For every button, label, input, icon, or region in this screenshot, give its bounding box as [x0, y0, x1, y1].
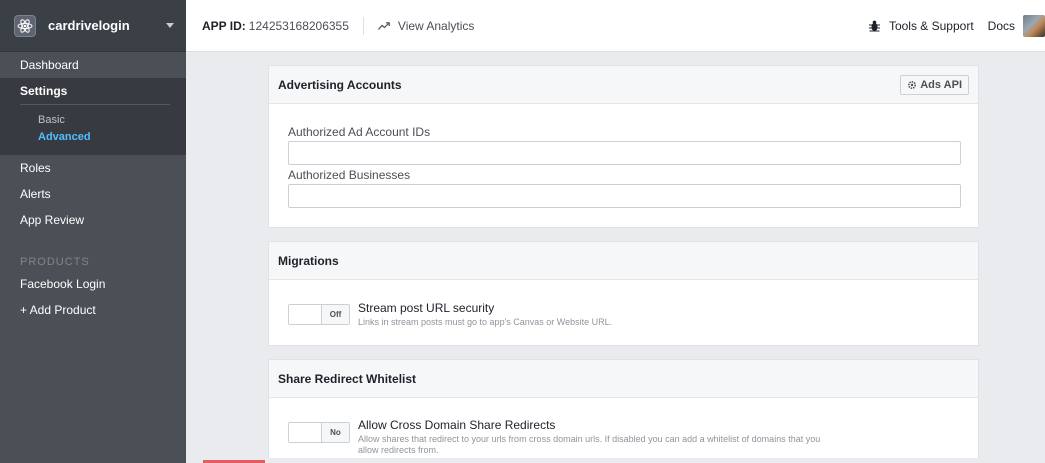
ad-account-ids-input[interactable]	[288, 141, 961, 165]
tools-support-link[interactable]: Tools & Support	[868, 18, 974, 33]
ad-account-ids-label: Authorized Ad Account IDs	[288, 125, 431, 139]
migrations-panel: Migrations Off Stream post URL security …	[268, 241, 979, 346]
cross-domain-redirect-desc: Allow shares that redirect to your urls …	[358, 434, 821, 455]
sidebar-subitem-advanced[interactable]: Advanced	[0, 129, 186, 146]
toggle-track	[289, 423, 321, 442]
app-name: cardrivelogin	[48, 18, 130, 33]
sidebar-item-dashboard[interactable]: Dashboard	[0, 52, 186, 78]
docs-link[interactable]: Docs	[988, 19, 1015, 33]
app-switcher[interactable]: cardrivelogin	[0, 0, 186, 52]
stream-url-security-title: Stream post URL security	[358, 301, 495, 315]
sidebar-subitem-basic[interactable]: Basic	[0, 112, 186, 129]
panel-header: Share Redirect Whitelist	[269, 360, 978, 398]
sidebar-item-roles[interactable]: Roles	[0, 155, 186, 181]
panel-title: Advertising Accounts	[278, 77, 402, 92]
app-logo-icon	[14, 14, 36, 37]
products-section-label: PRODUCTS	[20, 256, 90, 268]
view-analytics-label: View Analytics	[397, 18, 475, 33]
sidebar-item-facebook-login[interactable]: Facebook Login	[0, 271, 186, 297]
stream-url-security-toggle[interactable]: Off	[288, 304, 350, 325]
panel-header: Migrations	[269, 242, 978, 280]
stream-url-security-desc: Links in stream posts must go to app's C…	[358, 317, 613, 327]
advertising-accounts-panel: Advertising Accounts Ads API Authorized …	[268, 65, 979, 228]
sidebar-item-app-review[interactable]: App Review	[0, 207, 186, 233]
sidebar-item-settings[interactable]: Settings	[0, 78, 186, 104]
add-product-link[interactable]: + Add Product	[0, 297, 186, 323]
sidebar-item-alerts[interactable]: Alerts	[0, 181, 186, 207]
panel-header: Advertising Accounts Ads API	[269, 66, 978, 104]
settings-group: Settings Basic Advanced	[0, 78, 186, 155]
ads-api-label: Ads API	[920, 78, 962, 91]
top-bar: APP ID: 124253168206355 View Analytics T…	[186, 0, 1045, 52]
cross-domain-redirect-title: Allow Cross Domain Share Redirects	[358, 418, 556, 432]
bug-icon	[868, 20, 880, 31]
chevron-down-icon[interactable]	[166, 23, 174, 28]
ads-api-button[interactable]: Ads API	[900, 74, 969, 95]
sidebar: cardrivelogin Dashboard Settings Basic A…	[0, 0, 186, 463]
view-analytics-link[interactable]: View Analytics	[377, 18, 475, 33]
panel-title: Migrations	[278, 253, 339, 268]
tools-support-label: Tools & Support	[888, 18, 974, 33]
gear-icon	[908, 80, 917, 89]
avatar[interactable]	[1023, 14, 1045, 37]
toggle-track	[289, 305, 321, 324]
analytics-icon	[377, 21, 390, 30]
panel-title: Share Redirect Whitelist	[278, 371, 417, 386]
divider	[362, 16, 364, 35]
share-redirect-panel: Share Redirect Whitelist No Allow Cross …	[268, 359, 979, 463]
toggle-knob: No	[321, 423, 349, 442]
cross-domain-redirect-toggle[interactable]: No	[288, 422, 350, 443]
toggle-knob: Off	[321, 305, 349, 324]
bottom-strip	[186, 458, 1045, 463]
app-id-label: APP ID:	[202, 18, 246, 33]
authorized-businesses-label: Authorized Businesses	[288, 168, 411, 182]
authorized-businesses-input[interactable]	[288, 184, 961, 208]
app-id-value: 124253168206355	[248, 18, 349, 33]
